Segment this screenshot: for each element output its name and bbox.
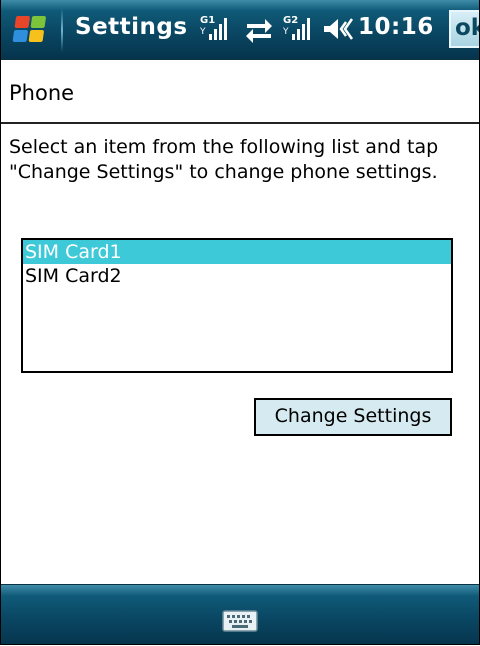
sim-card-list[interactable]: SIM Card1 SIM Card2 [21, 238, 453, 373]
instructions-text: Select an item from the following list a… [9, 136, 439, 183]
app-title: Settings [75, 14, 188, 40]
title-separator [61, 8, 63, 52]
change-settings-button[interactable]: Change Settings [254, 398, 452, 436]
ok-button[interactable]: ok [449, 10, 479, 48]
menu-bar [1, 584, 479, 644]
status-clock[interactable]: 10:16 [358, 14, 434, 40]
svg-text:G2: G2 [283, 15, 298, 26]
svg-text:Y: Y [199, 27, 206, 37]
signal-sim1-icon[interactable]: G1 Y [196, 12, 236, 46]
volume-icon[interactable] [320, 12, 356, 46]
page-header: Phone [1, 60, 479, 122]
title-bar: Settings G1 Y G2 Y 10:16 o [1, 0, 479, 60]
svg-text:G1: G1 [200, 15, 215, 26]
data-connection-icon[interactable] [241, 12, 277, 46]
signal-sim2-icon[interactable]: G2 Y [279, 12, 319, 46]
header-divider [1, 122, 479, 124]
svg-text:Y: Y [282, 27, 289, 37]
phone-settings-screen: Settings G1 Y G2 Y 10:16 o Phone Select … [0, 0, 480, 645]
list-item-sim-card1[interactable]: SIM Card1 [23, 240, 451, 264]
windows-start-icon[interactable] [7, 10, 53, 50]
page-title: Phone [9, 81, 75, 105]
list-item-sim-card2[interactable]: SIM Card2 [23, 264, 451, 288]
keyboard-icon[interactable] [222, 610, 258, 632]
